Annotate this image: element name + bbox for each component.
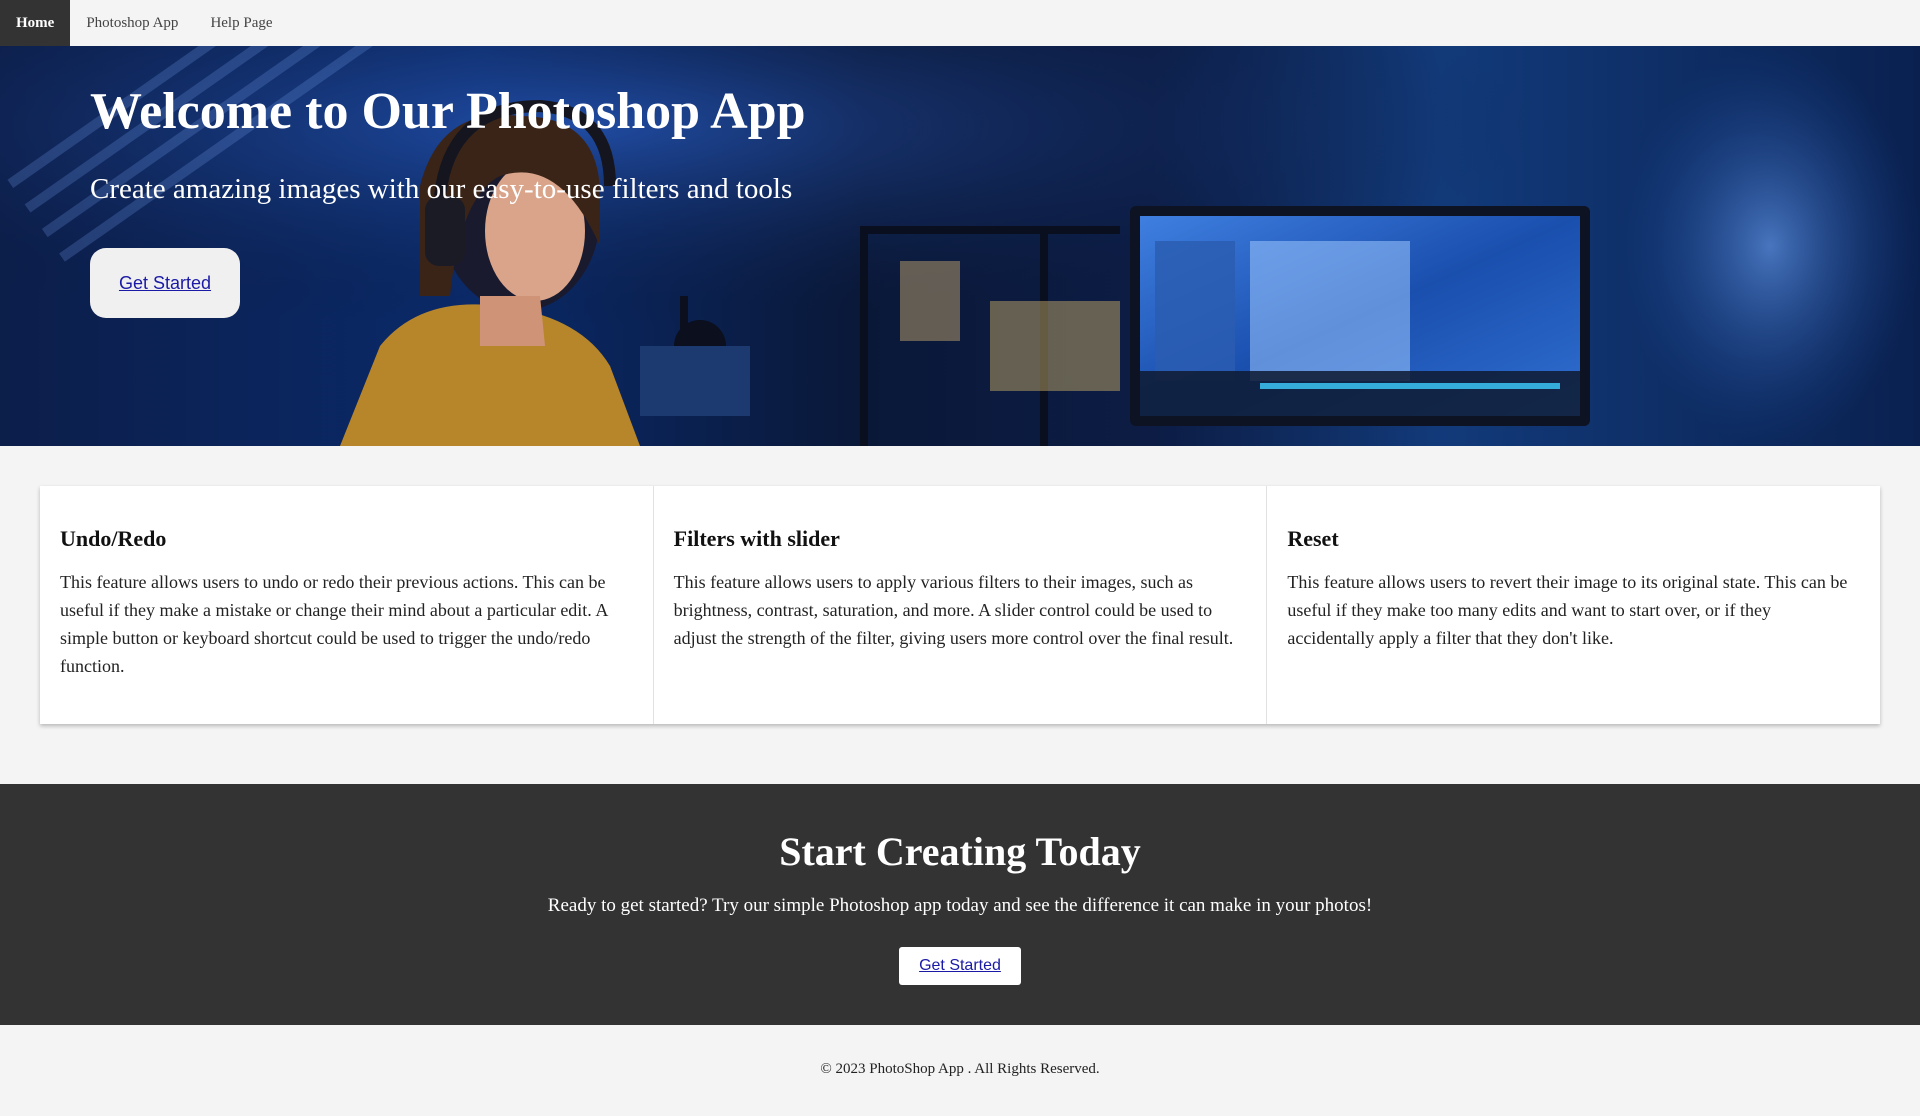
cta-section: Start Creating Today Ready to get starte… (0, 784, 1920, 1025)
cta-text: Ready to get started? Try our simple Pho… (547, 895, 1373, 916)
hero-content: Welcome to Our Photoshop App Create amaz… (90, 82, 806, 318)
cta-get-started-button[interactable]: Get Started (899, 947, 1021, 985)
top-nav: Home Photoshop App Help Page (0, 0, 1920, 46)
feature-title: Reset (1287, 526, 1339, 551)
feature-card-undo-redo: Undo/Redo This feature allows users to u… (40, 486, 654, 724)
nav-item-help-page[interactable]: Help Page (194, 0, 288, 46)
footer-copyright: © 2023 PhotoShop App . All Rights Reserv… (820, 1061, 1100, 1077)
hero-get-started-button[interactable]: Get Started (90, 248, 240, 318)
hero-title: Welcome to Our Photoshop App (90, 83, 806, 140)
feature-card-reset: Reset This feature allows users to rever… (1267, 486, 1881, 724)
feature-title: Filters with slider (673, 526, 840, 551)
footer: © 2023 PhotoShop App . All Rights Reserv… (0, 1025, 1920, 1116)
feature-card-filters: Filters with slider This feature allows … (653, 486, 1268, 724)
hero-subtitle: Create amazing images with our easy-to-u… (90, 173, 793, 205)
nav-item-home[interactable]: Home (0, 0, 71, 46)
features-section: Undo/Redo This feature allows users to u… (40, 486, 1881, 724)
hero-section: Welcome to Our Photoshop App Create amaz… (0, 46, 1920, 446)
feature-description: This feature allows users to revert thei… (1287, 572, 1848, 648)
cta-title: Start Creating Today (779, 829, 1141, 874)
feature-description: This feature allows users to undo or red… (60, 572, 608, 676)
feature-title: Undo/Redo (60, 526, 167, 551)
nav-item-photoshop-app[interactable]: Photoshop App (70, 0, 194, 46)
feature-description: This feature allows users to apply vario… (673, 572, 1234, 648)
